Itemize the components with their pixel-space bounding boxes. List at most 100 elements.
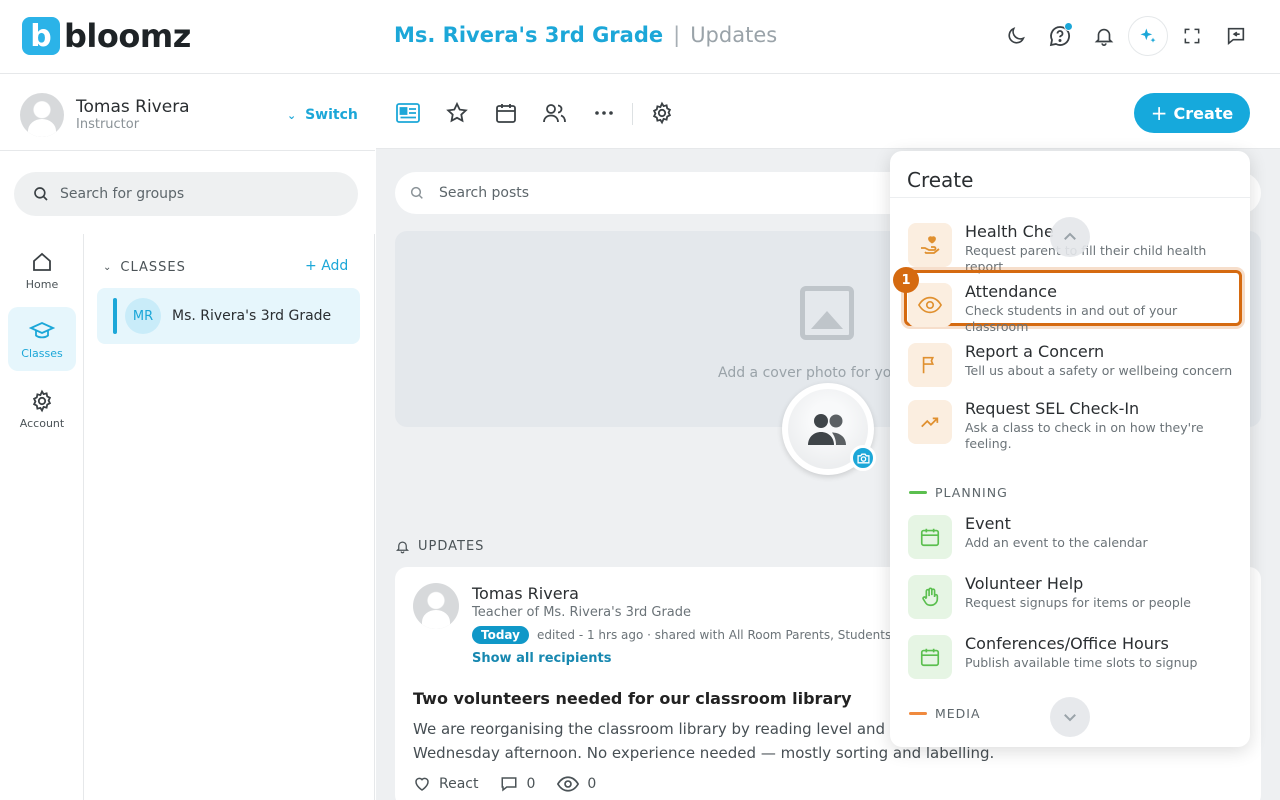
newsfeed-icon	[396, 103, 420, 123]
menu-item-description: Check students in and out of your classr…	[965, 303, 1178, 334]
nav-account-label: Account	[19, 416, 65, 430]
sparkle-icon	[1140, 28, 1156, 43]
ai-assistant-button[interactable]	[1128, 16, 1168, 56]
breadcrumb-page: Updates	[690, 23, 778, 47]
media-section-header: MEDIA	[909, 706, 981, 721]
classes-section-toggle[interactable]: ⌄ CLASSES	[103, 260, 186, 275]
switch-button[interactable]: ⌄ Switch	[287, 107, 358, 123]
class-settings-button[interactable]	[646, 97, 678, 129]
nav-classes-label: Classes	[21, 346, 63, 360]
create-menu-title: Create	[907, 168, 974, 192]
cover-photo-prompt: Add a cover photo for you	[718, 365, 901, 381]
logo[interactable]: b bloomz	[22, 17, 191, 55]
nav-classes[interactable]: Classes	[8, 307, 76, 371]
avatar	[413, 583, 459, 629]
gear-icon	[32, 389, 52, 412]
menu-item-label: Request SEL Check-In	[965, 399, 1140, 418]
react-button[interactable]: React	[413, 775, 478, 793]
more-horizontal-icon	[595, 111, 613, 115]
menu-item-label: Volunteer Help	[965, 574, 1084, 593]
dark-mode-button[interactable]	[996, 16, 1036, 56]
active-indicator	[113, 298, 117, 334]
home-icon	[33, 252, 51, 271]
menu-item-label: Report a Concern	[965, 342, 1105, 361]
search-groups-placeholder: Search for groups	[60, 186, 185, 202]
post-title: Two volunteers needed for our classroom …	[413, 689, 852, 708]
graduation-cap-icon	[29, 321, 55, 338]
comment-icon	[501, 777, 517, 792]
image-placeholder-icon	[800, 286, 854, 340]
search-icon	[410, 186, 423, 199]
profile-switcher: Tomas Rivera Instructor ⌄ Switch	[0, 75, 375, 151]
post-meta: Today edited - 1 hrs ago · shared with A…	[472, 626, 891, 644]
tab-updates[interactable]	[392, 97, 424, 129]
chevron-down-icon: ⌄	[103, 262, 113, 273]
tab-calendar[interactable]	[490, 97, 522, 129]
scroll-down-button[interactable]	[1050, 697, 1090, 737]
feedback-button[interactable]	[1216, 16, 1256, 56]
media-color-bar	[909, 712, 927, 715]
post-author-subtitle: Teacher of Ms. Rivera's 3rd Grade	[472, 605, 692, 620]
bell-icon	[1094, 28, 1114, 46]
logo-mark-icon: b	[22, 17, 60, 55]
add-class-button[interactable]: + Add	[305, 258, 348, 274]
chevron-down-icon	[1064, 714, 1076, 722]
hand-heart-icon	[908, 223, 952, 267]
search-posts-placeholder: Search posts	[439, 185, 530, 201]
menu-item-description: Ask a class to check in on how they're f…	[965, 420, 1204, 451]
menu-item-label: Health Che	[965, 222, 1054, 241]
comments-count: 0	[526, 776, 536, 792]
nav-home[interactable]: Home	[8, 238, 76, 302]
planning-color-bar	[909, 491, 927, 494]
header-actions	[996, 16, 1256, 56]
hand-icon	[908, 575, 952, 619]
menu-item-label: Event	[965, 514, 1011, 533]
menu-item-label: Attendance	[965, 282, 1057, 301]
flag-icon	[908, 343, 952, 387]
gear-icon	[652, 101, 672, 125]
tab-favorites[interactable]	[441, 97, 473, 129]
menu-item-description: Request signups for items or people	[965, 595, 1191, 610]
fullscreen-button[interactable]	[1172, 16, 1212, 56]
group-avatar[interactable]	[782, 383, 876, 475]
classes-header: CLASSES	[120, 260, 186, 275]
message-square-icon	[1227, 27, 1245, 46]
menu-item-label: Conferences/Office Hours	[965, 634, 1169, 653]
post-meta-text: edited - 1 hrs ago · shared with All Roo…	[536, 628, 892, 642]
class-list-item[interactable]: MR Ms. Rivera's 3rd Grade	[97, 288, 360, 344]
help-button[interactable]	[1040, 16, 1080, 56]
side-nav: Home Classes Account	[0, 234, 84, 800]
media-header: MEDIA	[935, 706, 981, 721]
views-count: 0	[587, 776, 597, 792]
react-label: React	[439, 776, 479, 792]
updates-header: UPDATES	[418, 539, 485, 554]
calendar-icon	[908, 635, 952, 679]
moon-icon	[1008, 27, 1025, 44]
comments-button[interactable]: 0	[500, 775, 535, 793]
star-icon	[446, 101, 468, 123]
notifications-button[interactable]	[1084, 16, 1124, 56]
toolbar-divider	[632, 103, 633, 125]
switch-label: Switch	[305, 107, 358, 123]
nav-account[interactable]: Account	[8, 377, 76, 441]
breadcrumb-class[interactable]: Ms. Rivera's 3rd Grade	[394, 23, 663, 47]
scroll-up-button[interactable]	[1050, 217, 1090, 257]
menu-item-description: Add an event to the calendar	[965, 535, 1148, 550]
nav-home-label: Home	[25, 277, 59, 291]
trending-up-icon	[908, 400, 952, 444]
menu-item-description: Tell us about a safety or wellbeing conc…	[965, 363, 1233, 378]
more-options-button[interactable]	[588, 97, 620, 129]
create-button[interactable]: + Create	[1134, 93, 1250, 133]
logo-text: bloomz	[64, 17, 191, 55]
create-menu: Create Health Che Request parent to fill…	[890, 151, 1250, 747]
tab-members[interactable]	[539, 97, 571, 129]
views-indicator: 0	[557, 775, 596, 793]
search-groups-input[interactable]: Search for groups	[14, 172, 358, 216]
plus-icon: +	[305, 258, 322, 274]
show-all-recipients-link[interactable]: Show all recipients	[472, 651, 611, 666]
plus-icon: +	[1150, 101, 1168, 125]
create-menu-divider	[890, 197, 1250, 198]
camera-icon[interactable]	[850, 445, 876, 471]
post-author[interactable]: Tomas Rivera	[472, 584, 579, 603]
profile-name: Tomas Rivera	[76, 97, 190, 117]
